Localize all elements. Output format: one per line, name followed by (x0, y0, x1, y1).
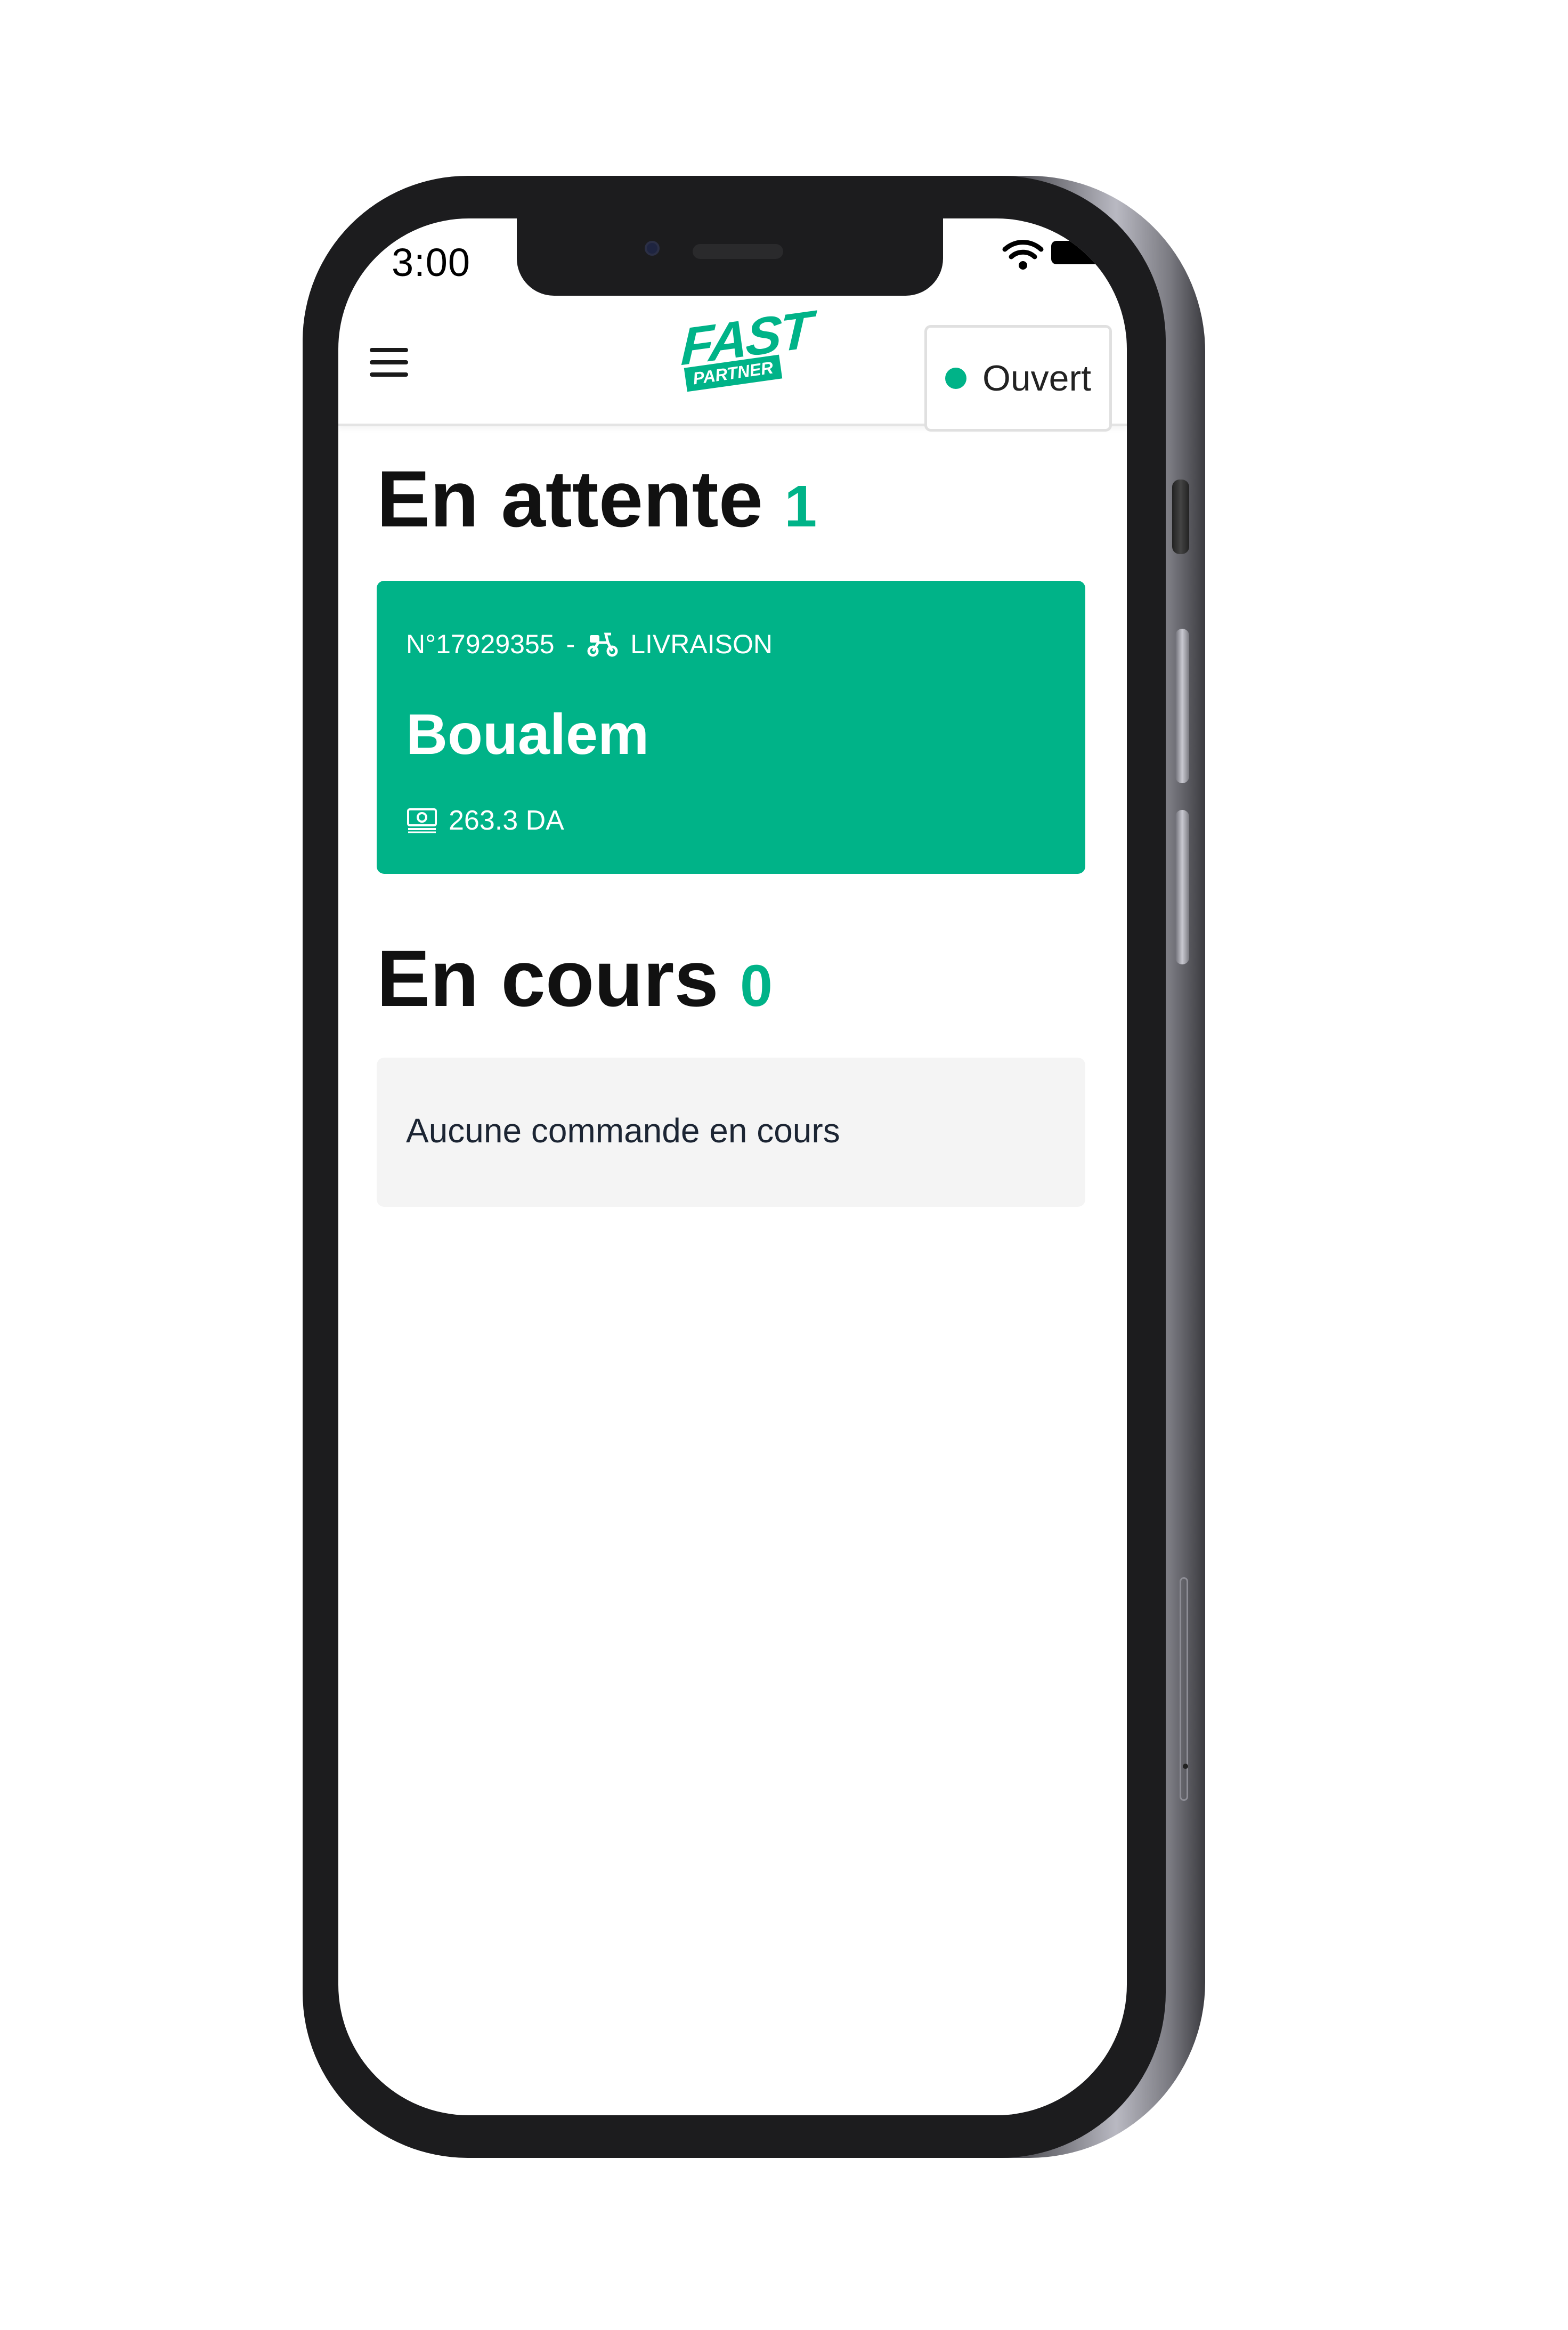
store-status-button[interactable]: Ouvert (924, 325, 1112, 432)
device-mockup: 3:00 FAST PARTNER Ouvert En attente 1 N°… (0, 0, 1568, 2330)
battery-icon (1051, 241, 1106, 264)
current-count: 0 (740, 953, 773, 1019)
notch (517, 218, 943, 296)
cash-icon (407, 808, 437, 833)
order-number: N°17929355 (406, 629, 555, 659)
pending-count: 1 (784, 474, 817, 539)
store-status-label: Ouvert (982, 358, 1092, 399)
volume-up-button (1175, 629, 1189, 783)
order-amount: 263.3 DA (449, 805, 564, 836)
empty-state-box: Aucune commande en cours (377, 1058, 1085, 1207)
app-header: FAST PARTNER Ouvert (338, 298, 1127, 432)
app-screen: 3:00 FAST PARTNER Ouvert En attente 1 N°… (338, 218, 1127, 2115)
volume-down-button (1175, 810, 1189, 964)
earpiece-speaker (693, 244, 783, 259)
order-type: LIVRAISON (630, 629, 773, 659)
sim-eject-hole (1183, 1764, 1188, 1769)
scooter-icon (587, 632, 618, 657)
silent-switch (1172, 480, 1189, 554)
status-time: 3:00 (392, 240, 471, 285)
current-section-title: En cours 0 (377, 932, 773, 1025)
front-camera (645, 241, 660, 256)
pending-title-text: En attente (377, 454, 763, 543)
current-title-text: En cours (377, 933, 719, 1023)
wifi-icon (1002, 240, 1044, 270)
pending-section-title: En attente 1 (377, 453, 817, 545)
order-amount-row: 263.3 DA (406, 805, 564, 837)
order-meta: N°17929355 - LIVRAISON (406, 629, 773, 660)
order-card[interactable]: N°17929355 - LIVRAISON Boualem 263.3 DA (377, 581, 1085, 874)
fast-partner-logo: FAST PARTNER (680, 300, 811, 399)
order-separator: - (566, 629, 575, 659)
order-customer-name: Boualem (406, 702, 649, 766)
hamburger-menu-icon[interactable] (368, 344, 410, 381)
empty-state-message: Aucune commande en cours (406, 1111, 840, 1150)
status-indicator-dot (945, 368, 966, 389)
